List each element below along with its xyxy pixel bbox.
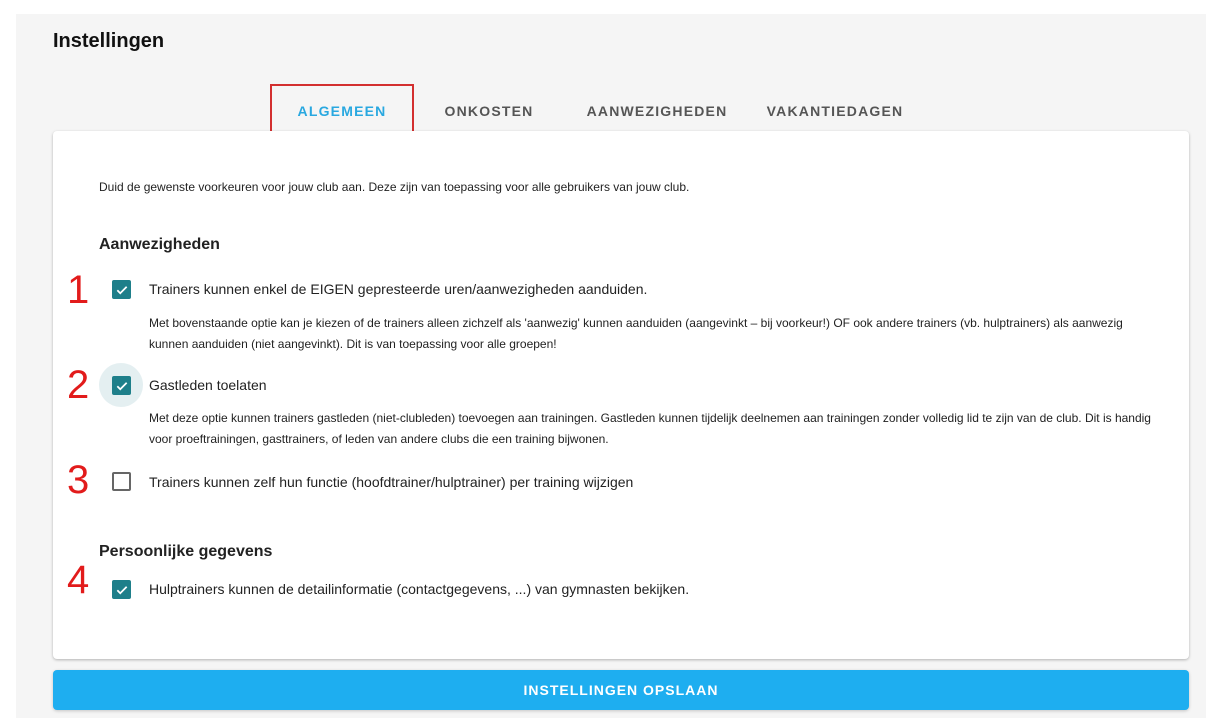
settings-tabs: ALGEMEEN ONKOSTEN AANWEZIGHEDEN VAKANTIE… xyxy=(270,84,920,138)
check-icon xyxy=(116,285,127,294)
option-view-details-label[interactable]: Hulptrainers kunnen de detailinformatie … xyxy=(149,581,689,597)
option-change-role-label[interactable]: Trainers kunnen zelf hun functie (hoofdt… xyxy=(149,474,633,490)
annotation-marker-2: 2 xyxy=(67,363,90,407)
tab-vakantiedagen[interactable]: VAKANTIEDAGEN xyxy=(750,86,920,136)
intro-text: Duid de gewenste voorkeuren voor jouw cl… xyxy=(99,180,690,194)
tab-onkosten[interactable]: ONKOSTEN xyxy=(414,86,564,136)
tab-algemeen[interactable]: ALGEMEEN xyxy=(270,84,414,138)
check-icon xyxy=(116,585,127,594)
option-guest-members-description: Met deze optie kunnen trainers gastleden… xyxy=(149,411,1151,446)
annotation-marker-3: 3 xyxy=(67,458,90,502)
option-guest-members-label[interactable]: Gastleden toelaten xyxy=(149,377,267,393)
page-title: Instellingen xyxy=(53,30,165,52)
settings-card: Duid de gewenste voorkeuren voor jouw cl… xyxy=(53,131,1189,659)
option-own-hours-description: Met bovenstaande optie kan je kiezen of … xyxy=(149,316,1123,351)
annotation-marker-1: 1 xyxy=(67,268,90,312)
section-title-attendance: Aanwezigheden xyxy=(99,236,220,253)
option-change-role-checkbox[interactable] xyxy=(112,472,131,491)
save-settings-button[interactable]: INSTELLINGEN OPSLAAN xyxy=(53,670,1189,710)
section-title-personal: Persoonlijke gegevens xyxy=(99,543,273,560)
option-guest-members-checkbox[interactable] xyxy=(112,376,131,395)
option-view-details-checkbox[interactable] xyxy=(112,580,131,599)
check-icon xyxy=(116,381,127,390)
annotation-marker-4: 4 xyxy=(67,558,90,602)
option-own-hours-label[interactable]: Trainers kunnen enkel de EIGEN geprestee… xyxy=(149,281,647,297)
option-own-hours-checkbox[interactable] xyxy=(112,280,131,299)
tab-aanwezigheden[interactable]: AANWEZIGHEDEN xyxy=(564,86,750,136)
